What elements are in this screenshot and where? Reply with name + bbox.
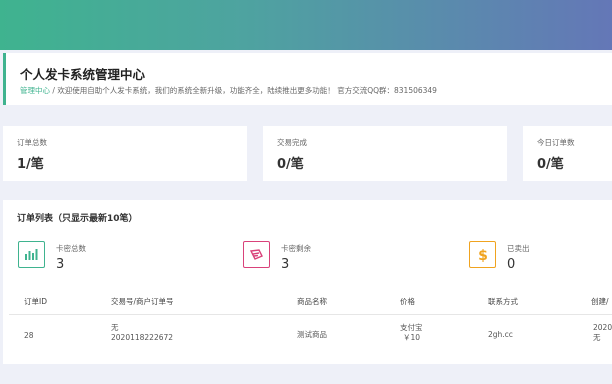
summary-value: 3: [281, 257, 290, 272]
summary-value: 3: [56, 257, 65, 272]
stat-value: 0/笔: [277, 157, 304, 172]
stat-card-completed: 交易完成 0/笔: [263, 126, 507, 181]
orders-title: 订单列表（只显示最新10笔）: [17, 214, 138, 224]
cell-contact: 2gh.cc: [488, 330, 513, 339]
cell-pay-method: 支付宝: [400, 323, 423, 332]
card-icon: [243, 241, 270, 268]
page-header-card: 个人发卡系统管理中心 管理中心 / 欢迎使用自助个人发卡系统，我们的系统全新升级…: [3, 53, 612, 105]
column-header-price[interactable]: 价格: [400, 296, 415, 307]
column-header-order-id[interactable]: 订单ID: [24, 296, 47, 307]
page-title: 个人发卡系统管理中心: [20, 67, 146, 82]
stat-label: 交易完成: [277, 138, 307, 147]
column-header-created[interactable]: 创建/: [591, 296, 609, 307]
stat-card-today-orders: 今日订单数 0/笔: [523, 126, 612, 181]
page-bottom: [0, 364, 612, 384]
top-navbar: [0, 0, 612, 50]
cell-price: ￥10: [403, 333, 421, 342]
column-header-trade-no[interactable]: 交易号/商户订单号: [111, 296, 174, 307]
cell-trade-no: 无: [111, 323, 119, 332]
breadcrumb-separator: /: [52, 86, 55, 95]
bar-chart-icon: [18, 241, 45, 268]
orders-panel: 订单列表（只显示最新10笔） 卡密总数 3 卡密剩余 3 $ 已卖出 0 订单I…: [3, 200, 612, 364]
stat-label: 今日订单数: [537, 138, 575, 147]
stat-label: 订单总数: [17, 138, 47, 147]
column-header-contact[interactable]: 联系方式: [488, 296, 518, 307]
column-header-product[interactable]: 商品名称: [297, 296, 327, 307]
stat-value: 0/笔: [537, 157, 564, 172]
cell-merchant-no: 2020118222672: [111, 333, 174, 342]
welcome-text: 欢迎使用自助个人发卡系统，我们的系统全新升级，功能齐全，陆续推出更多功能！ 官方…: [57, 86, 437, 95]
summary-label: 卡密剩余: [281, 244, 311, 253]
svg-text:$: $: [478, 248, 488, 263]
dollar-icon: $: [469, 241, 496, 268]
table-divider: [9, 314, 612, 315]
stat-value: 1/笔: [17, 157, 44, 172]
summary-value: 0: [507, 257, 516, 272]
cell-product: 测试商品: [297, 330, 327, 339]
breadcrumb-link-home[interactable]: 管理中心: [20, 86, 50, 95]
stat-card-total-orders: 订单总数 1/笔: [3, 126, 247, 181]
summary-label: 已卖出: [507, 244, 530, 253]
cell-created-extra: 无: [593, 333, 601, 342]
summary-label: 卡密总数: [56, 244, 86, 253]
cell-created-date: 2020: [593, 323, 612, 332]
breadcrumb: 管理中心 / 欢迎使用自助个人发卡系统，我们的系统全新升级，功能齐全，陆续推出更…: [20, 85, 437, 96]
cell-order-id: 28: [24, 331, 34, 340]
